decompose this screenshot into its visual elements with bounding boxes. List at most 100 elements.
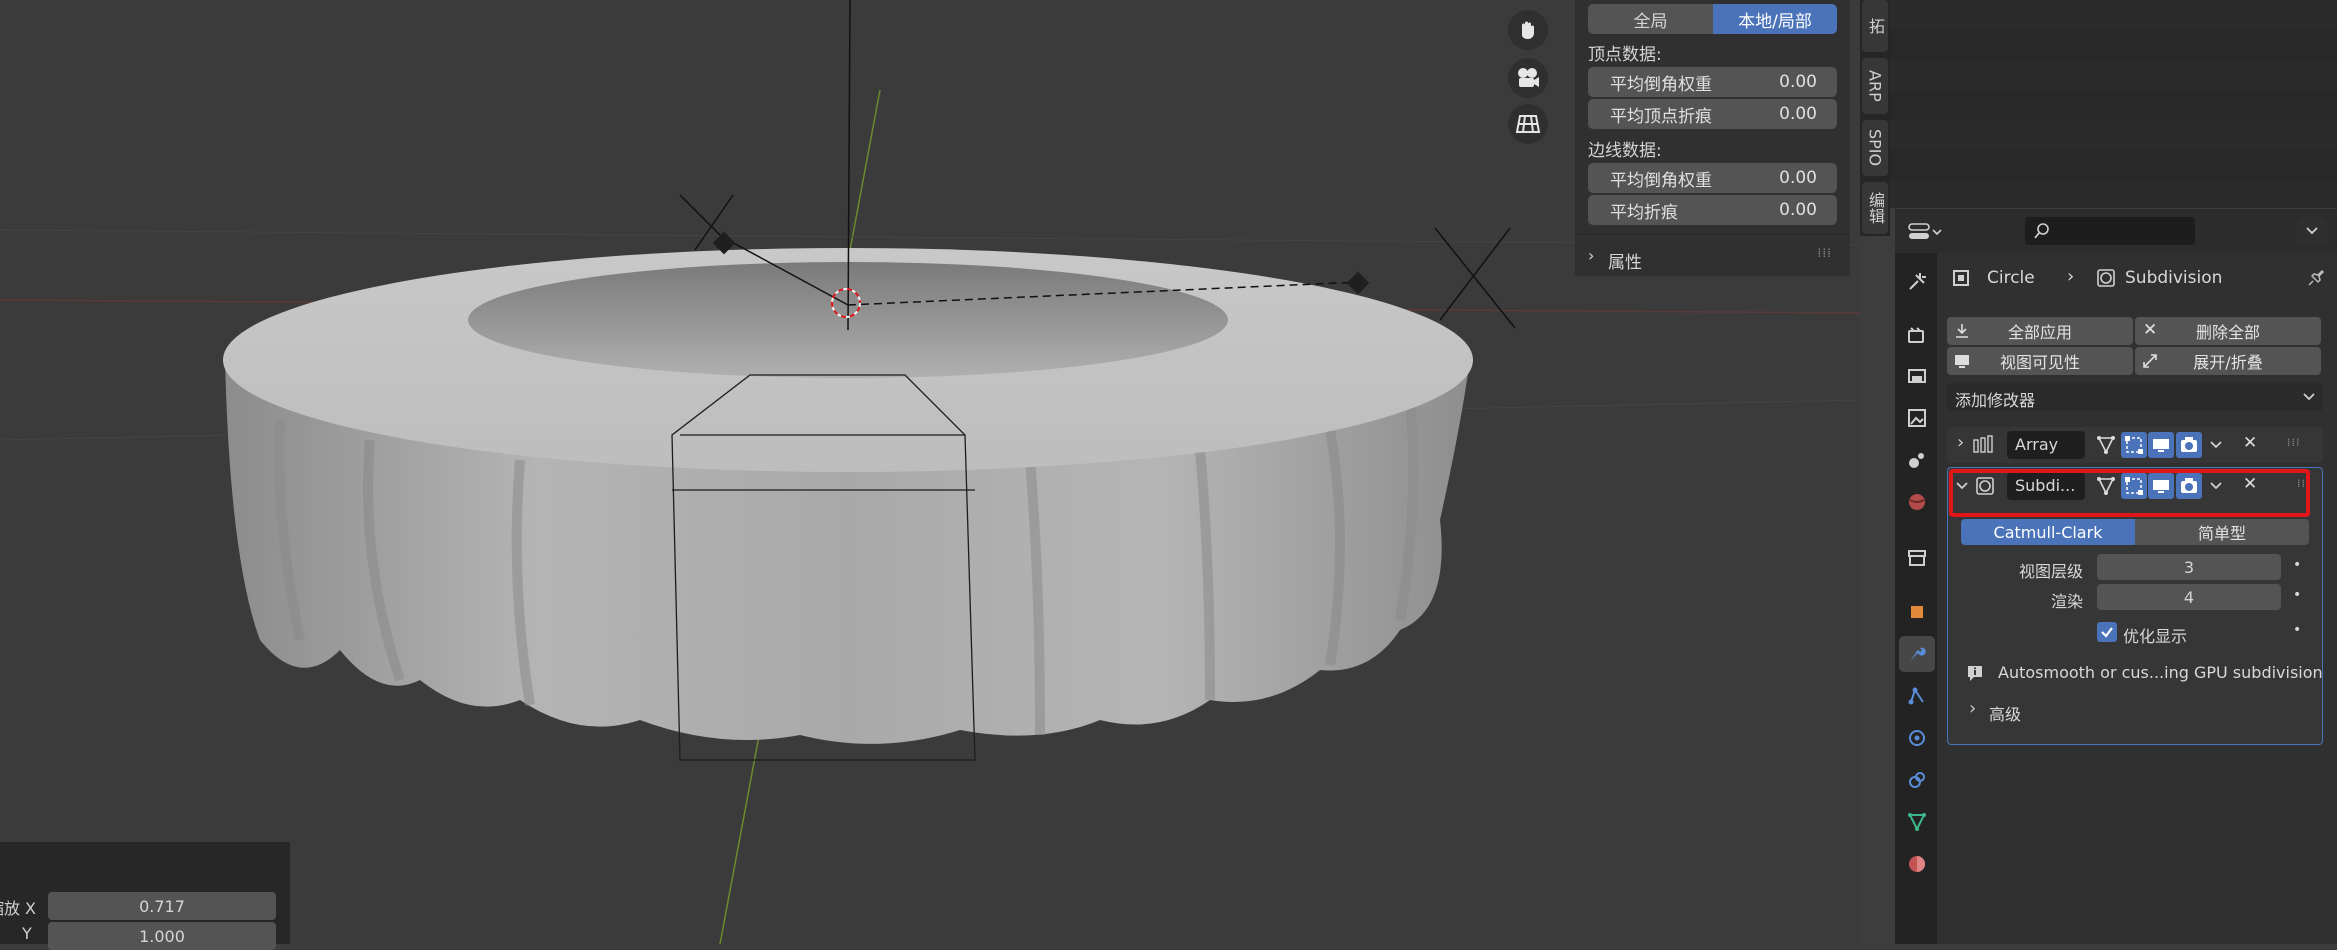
breadcrumb: Circle › Subdivision	[1951, 265, 2331, 291]
world-icon[interactable]	[1899, 484, 1935, 520]
close-icon[interactable]: ✕	[2243, 433, 2257, 453]
chevron-right-icon: ›	[2067, 266, 2075, 287]
keyframe-dot-icon[interactable]: •	[2293, 587, 2301, 603]
vertex-data-label: 顶点数据:	[1588, 45, 1662, 65]
scale-y-label: Y	[22, 924, 32, 943]
seg-global[interactable]: 全局	[1588, 4, 1713, 34]
grid-icon[interactable]	[1508, 104, 1548, 144]
delete-all-button[interactable]: ✕ 删除全部	[2135, 317, 2321, 345]
last-operator-panel: 缩放 X 0.717 Y 1.000	[0, 842, 290, 950]
search-icon	[2034, 223, 2049, 239]
delete-all-label: 删除全部	[2195, 323, 2260, 342]
on-cage-toggle[interactable]	[2121, 432, 2147, 458]
render-levels-field[interactable]: 4	[2097, 584, 2281, 610]
field-label: 平均倒角权重	[1610, 74, 1712, 95]
particles-icon[interactable]	[1899, 678, 1935, 714]
render-toggle[interactable]	[2176, 432, 2202, 458]
simple-toggle[interactable]: 简单型	[2135, 519, 2309, 545]
outliner-row[interactable]	[1890, 0, 2337, 30]
modifier-name: Array	[2015, 435, 2059, 454]
drag-handle-icon[interactable]: ⁞⁞⁞	[1818, 246, 1832, 260]
properties-subpanel-header[interactable]: › 属性 ⁞⁞⁞	[1588, 246, 1838, 273]
drag-handle-icon[interactable]: ⁞⁞⁞	[2287, 436, 2301, 449]
seg-local-label: 本地/局部	[1738, 11, 1812, 32]
add-modifier-label: 添加修改器	[1955, 391, 2036, 410]
tab-label: SPIO	[1865, 129, 1885, 167]
view-layer-icon[interactable]	[1899, 400, 1935, 436]
render-icon[interactable]	[1899, 317, 1935, 353]
advanced-subpanel-header[interactable]: › 高级	[1961, 697, 2261, 725]
outliner-row[interactable]	[1890, 180, 2337, 208]
search-input[interactable]	[2025, 217, 2195, 245]
tab-label: 编辑	[1866, 192, 1885, 224]
physics-icon[interactable]	[1899, 720, 1935, 756]
modifier-panel-array[interactable]: › Array ✕ ⁞⁞⁞	[1947, 427, 2323, 463]
material-icon[interactable]	[1899, 846, 1935, 882]
optimal-display-label: 优化显示	[2123, 627, 2188, 646]
object-square-icon	[1953, 270, 1969, 286]
monitor-icon	[2153, 439, 2169, 452]
edge-bevel-weight-field[interactable]: 平均倒角权重 0.00	[1588, 163, 1837, 193]
expand-icon	[2143, 354, 2157, 368]
expand-collapse-button[interactable]: 展开/折叠	[2135, 347, 2321, 375]
add-modifier-dropdown[interactable]: 添加修改器	[1947, 383, 2323, 411]
tab-arp[interactable]: ARP	[1862, 58, 1888, 114]
divider	[1575, 234, 1850, 235]
keyframe-dot-icon[interactable]: •	[2293, 622, 2301, 638]
camera-icon[interactable]	[1508, 58, 1548, 98]
field-label: 平均倒角权重	[1610, 170, 1712, 191]
modifier-name-field[interactable]: Array	[2007, 431, 2085, 459]
collection-icon[interactable]	[1899, 540, 1935, 576]
vertex-triangle-icon	[2097, 436, 2115, 454]
hand-icon[interactable]	[1508, 10, 1548, 50]
outliner-row[interactable]	[1890, 120, 2337, 150]
outliner-row[interactable]	[1890, 60, 2337, 90]
scale-y-field[interactable]: 1.000	[48, 922, 276, 950]
constraints-icon[interactable]	[1899, 762, 1935, 798]
sidebar-item-panel: 全局 本地/局部 顶点数据: 平均倒角权重 0.00 平均顶点折痕 0.00 边…	[1575, 0, 1850, 276]
scene-icon[interactable]	[1899, 442, 1935, 478]
viewport-visibility-button[interactable]: 视图可见性	[1947, 347, 2133, 375]
optimal-display-checkbox[interactable]	[2097, 622, 2117, 642]
edge-crease-field[interactable]: 平均折痕 0.00	[1588, 195, 1837, 225]
editor-type-button[interactable]	[1907, 219, 1947, 245]
tab-spio[interactable]: SPIO	[1862, 120, 1888, 176]
chevron-down-icon[interactable]	[2209, 440, 2223, 450]
render-levels-value: 4	[2183, 587, 2195, 607]
catmull-clark-toggle[interactable]: Catmull-Clark	[1961, 519, 2135, 545]
pin-icon[interactable]	[2307, 267, 2327, 287]
edit-mode-toggle[interactable]	[2093, 432, 2119, 458]
chevron-right-icon[interactable]: ›	[1957, 432, 1964, 453]
viewport-toggle[interactable]	[2148, 432, 2174, 458]
info-icon	[1968, 666, 1982, 681]
scale-x-label: 缩放 X	[0, 899, 36, 918]
output-icon[interactable]	[1899, 358, 1935, 394]
seg-global-label: 全局	[1633, 11, 1668, 32]
tab-topology[interactable]: 拓	[1862, 0, 1888, 52]
vertex-crease-field[interactable]: 平均顶点折痕 0.00	[1588, 99, 1837, 129]
data-icon[interactable]	[1899, 804, 1935, 840]
levels-viewport-field[interactable]: 3	[2097, 554, 2281, 580]
array-modifier-icon	[1973, 435, 1993, 453]
vertex-bevel-weight-field[interactable]: 平均倒角权重 0.00	[1588, 67, 1837, 97]
object-icon[interactable]	[1899, 594, 1935, 630]
outliner[interactable]	[1890, 0, 2337, 208]
scale-x-field[interactable]: 0.717	[48, 892, 276, 920]
render-levels-label: 渲染	[2051, 592, 2084, 611]
tab-label: 拓	[1866, 18, 1885, 34]
options-dropdown[interactable]	[2297, 217, 2327, 245]
tool-icon[interactable]	[1899, 264, 1935, 300]
breadcrumb-modifier: Subdivision	[2125, 268, 2223, 288]
apply-all-button[interactable]: 全部应用	[1947, 317, 2133, 345]
scale-y-value: 1.000	[139, 926, 185, 946]
light-marker	[1346, 271, 1370, 295]
tab-edit[interactable]: 编辑	[1862, 182, 1888, 234]
properties-header	[1895, 209, 2337, 253]
seg-local[interactable]: 本地/局部	[1713, 4, 1837, 34]
download-icon	[1956, 324, 1968, 338]
modifier-wrench-icon[interactable]	[1899, 636, 1935, 672]
properties-body: Circle › Subdivision 全部应用 ✕ 删除全部 视图可见性 展…	[1937, 253, 2337, 944]
simple-label: 简单型	[2197, 524, 2246, 543]
keyframe-dot-icon[interactable]: •	[2293, 557, 2301, 573]
breadcrumb-object: Circle	[1987, 268, 2035, 288]
